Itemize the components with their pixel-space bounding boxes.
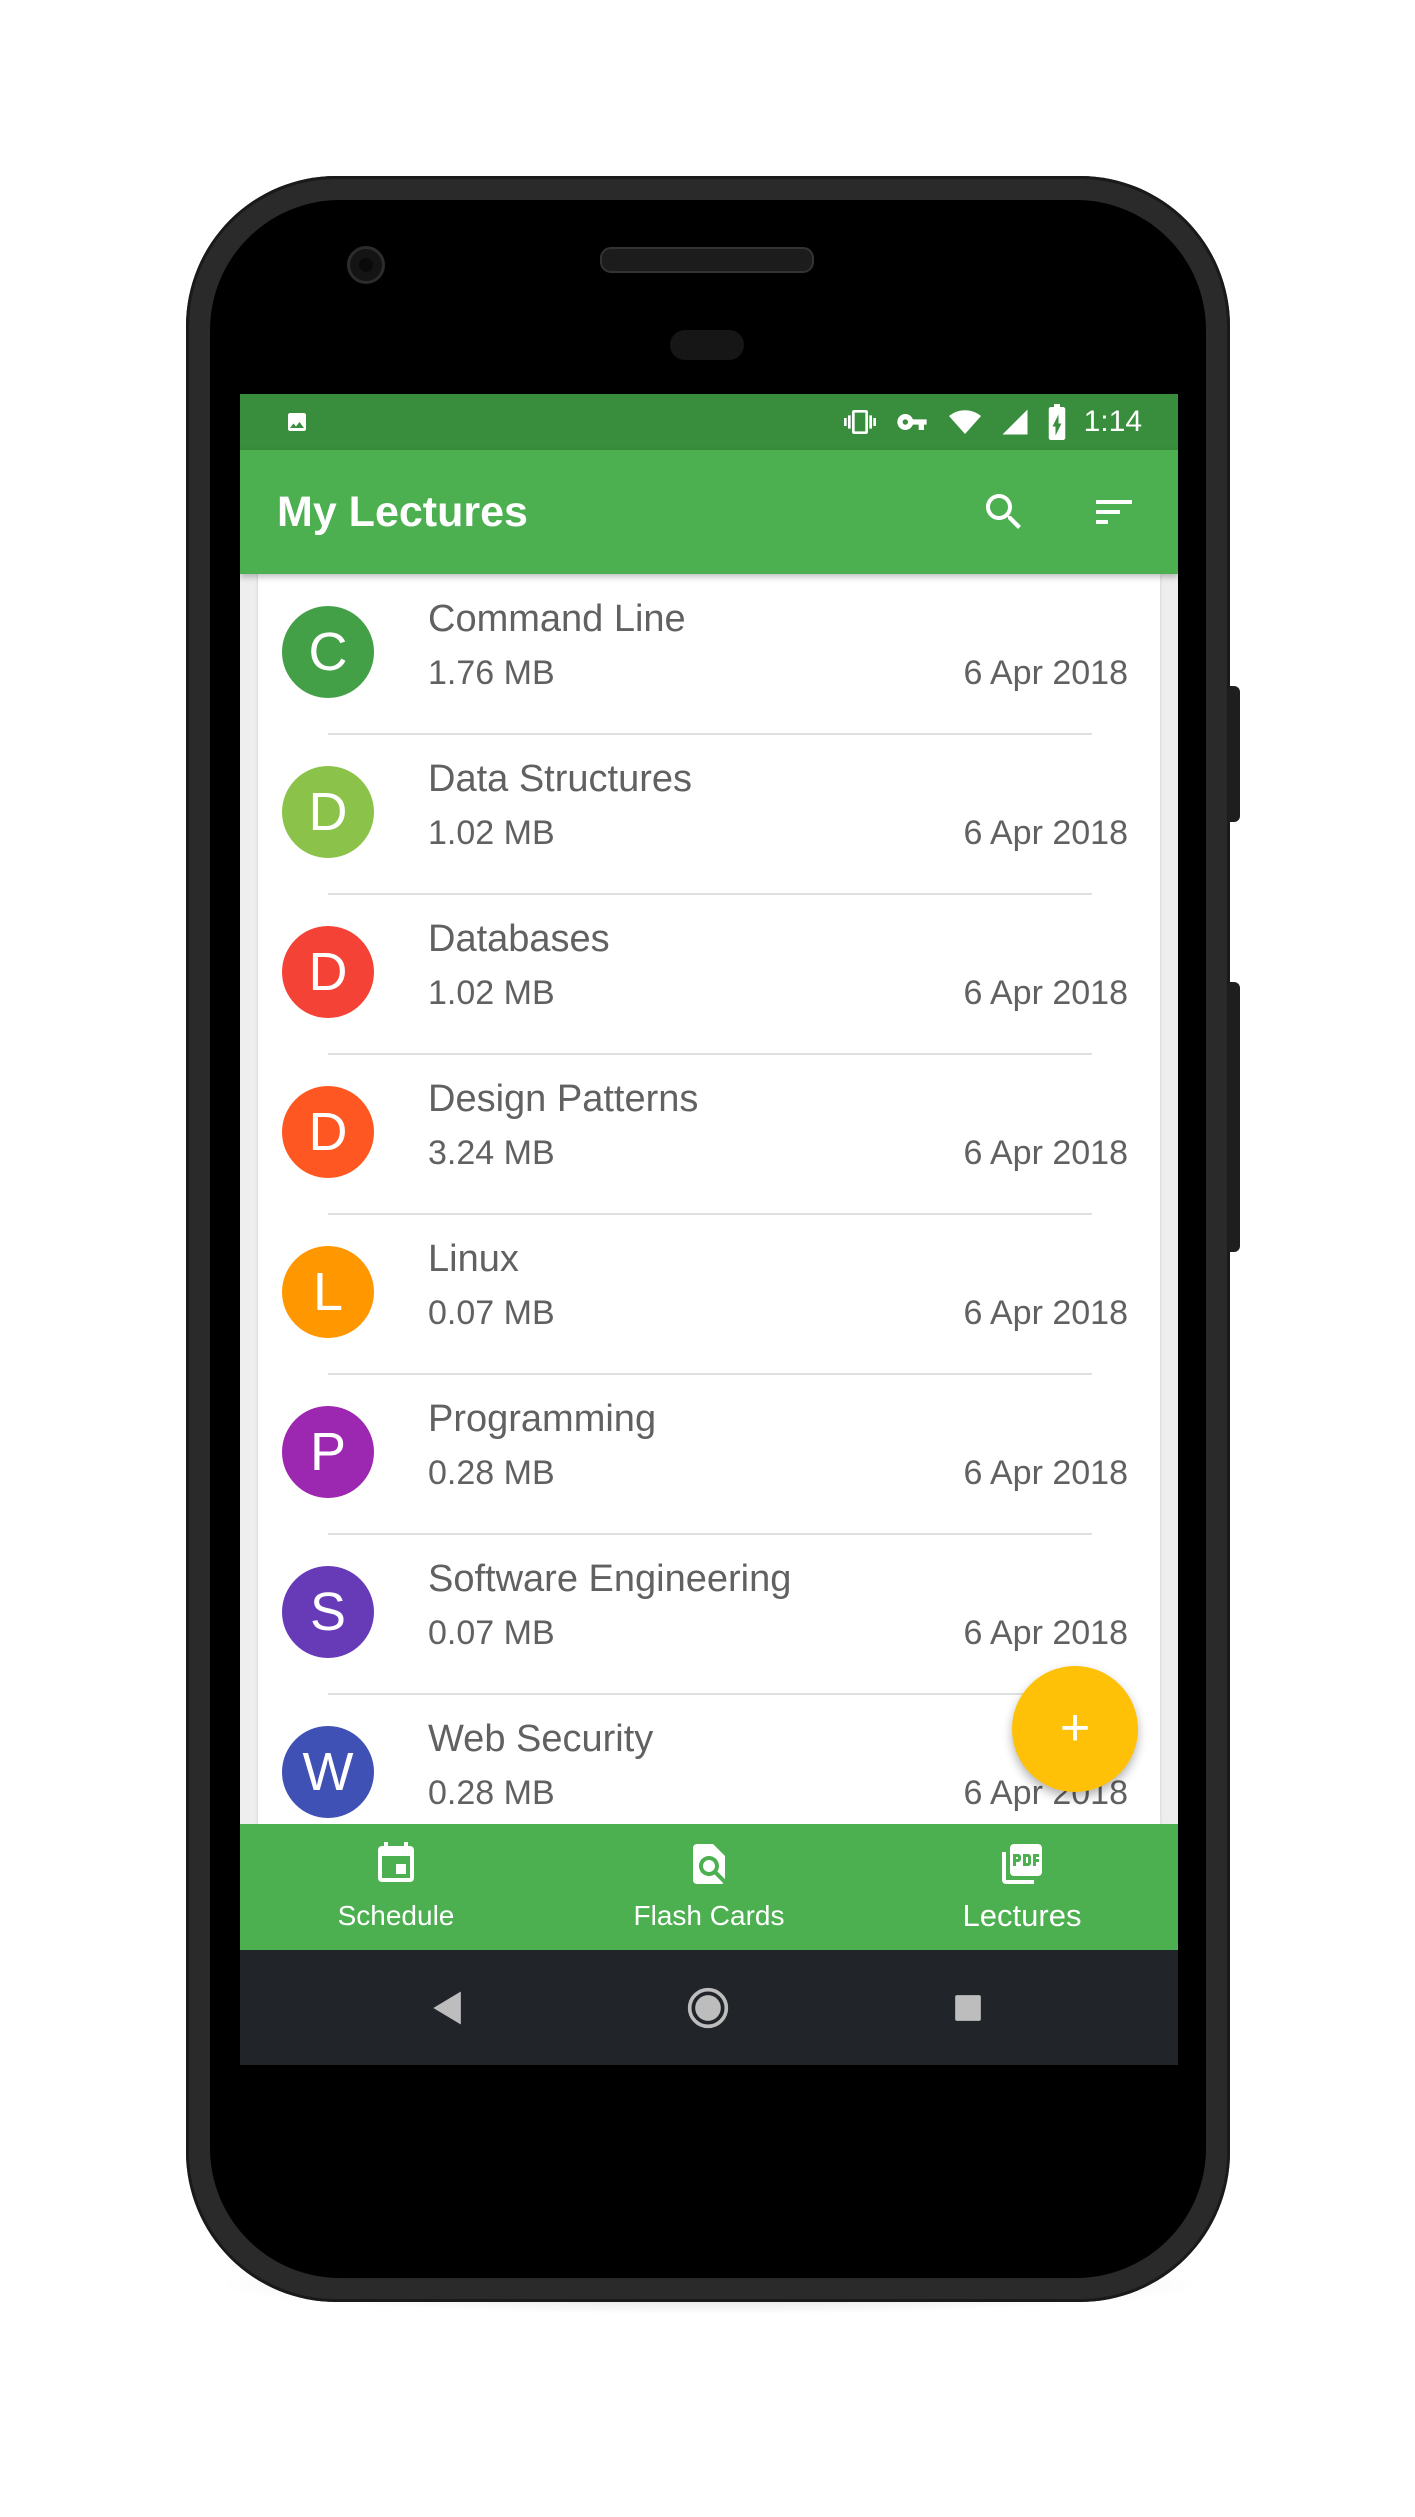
lecture-title: Programming — [428, 1398, 657, 1440]
lecture-date: 6 Apr 2018 — [963, 974, 1128, 1012]
signal-icon — [1002, 409, 1028, 435]
page-title: My Lectures — [277, 488, 528, 536]
lecture-title: Software Engineering — [428, 1558, 792, 1600]
flash-card-search-icon — [693, 1844, 725, 1884]
bottom-navigation: Schedule Flash Cards Lectures — [240, 1824, 1178, 1950]
lecture-title: Web Security — [428, 1718, 654, 1760]
lecture-size: 1.02 MB — [428, 814, 555, 852]
lecture-date: 6 Apr 2018 — [963, 1294, 1128, 1332]
nav-item-flash-cards[interactable]: Flash Cards — [553, 1824, 865, 1950]
lecture-title: Databases — [428, 918, 610, 960]
lecture-list: C Command Line 1.76 MB 6 Apr 2018 D Data… — [258, 574, 1160, 1824]
nav-label-flash-cards: Flash Cards — [633, 1900, 785, 1931]
power-button — [1228, 686, 1240, 822]
wifi-icon — [948, 410, 981, 434]
lecture-date: 6 Apr 2018 — [963, 814, 1128, 852]
lecture-size: 0.28 MB — [428, 1774, 555, 1812]
vpn-key-icon — [896, 414, 927, 430]
status-time: 1:14 — [1083, 405, 1142, 438]
sort-icon[interactable] — [1090, 488, 1138, 536]
lecture-title: Linux — [428, 1238, 519, 1280]
lecture-title: Command Line — [428, 598, 686, 640]
lecture-title: Data Structures — [428, 758, 692, 800]
volume-button — [1228, 982, 1240, 1252]
avatar: W — [282, 1726, 374, 1818]
avatar: S — [282, 1566, 374, 1658]
list-item[interactable]: P Programming 0.28 MB 6 Apr 2018 — [258, 1374, 1160, 1535]
lecture-date: 6 Apr 2018 — [963, 1614, 1128, 1652]
add-icon: + — [1059, 1699, 1091, 1757]
image-icon — [288, 413, 306, 431]
screen: 1:14 My Lectures C Command Line 1.76 MB … — [240, 394, 1178, 2065]
lecture-size: 0.07 MB — [428, 1614, 555, 1652]
list-item[interactable]: D Data Structures 1.02 MB 6 Apr 2018 — [258, 734, 1160, 895]
avatar: D — [282, 1086, 374, 1178]
home-icon[interactable] — [686, 1986, 730, 2030]
nav-label-schedule: Schedule — [337, 1900, 455, 1931]
status-bar: 1:14 — [240, 394, 1178, 450]
system-navigation — [240, 1950, 1178, 2065]
search-icon[interactable] — [980, 488, 1028, 536]
proximity-sensor — [670, 330, 744, 360]
avatar: D — [282, 926, 374, 1018]
app-bar: My Lectures — [240, 450, 1178, 574]
list-item[interactable]: D Databases 1.02 MB 6 Apr 2018 — [258, 894, 1160, 1055]
avatar: L — [282, 1246, 374, 1338]
lecture-date: 6 Apr 2018 — [963, 1454, 1128, 1492]
calendar-icon — [378, 1842, 414, 1882]
battery-charging-icon — [1048, 404, 1065, 440]
nav-label-lectures: Lectures — [962, 1898, 1082, 1933]
avatar: C — [282, 606, 374, 698]
list-item[interactable]: D Design Patterns 3.24 MB 6 Apr 2018 — [258, 1054, 1160, 1215]
list-item[interactable]: C Command Line 1.76 MB 6 Apr 2018 — [258, 574, 1160, 735]
avatar: P — [282, 1406, 374, 1498]
back-icon[interactable] — [426, 1986, 470, 2030]
vibrate-icon — [843, 410, 876, 434]
avatar: D — [282, 766, 374, 858]
list-item[interactable]: L Linux 0.07 MB 6 Apr 2018 — [258, 1214, 1160, 1375]
lecture-date: 6 Apr 2018 — [963, 654, 1128, 692]
lecture-size: 1.76 MB — [428, 654, 555, 692]
earpiece-speaker — [600, 247, 814, 273]
lecture-size: 1.02 MB — [428, 974, 555, 1012]
lecture-size: 0.28 MB — [428, 1454, 555, 1492]
pdf-icon — [1002, 1844, 1042, 1884]
lecture-title: Design Patterns — [428, 1078, 699, 1120]
lecture-date: 6 Apr 2018 — [963, 1134, 1128, 1172]
front-camera — [347, 246, 385, 284]
add-lecture-button[interactable]: + — [1012, 1666, 1138, 1792]
recents-icon[interactable] — [946, 1986, 990, 2030]
status-icons: 1:14 — [842, 394, 1142, 450]
nav-item-lectures[interactable]: Lectures — [866, 1824, 1178, 1950]
nav-item-schedule[interactable]: Schedule — [240, 1824, 552, 1950]
lecture-size: 3.24 MB — [428, 1134, 555, 1172]
lecture-size: 0.07 MB — [428, 1294, 555, 1332]
